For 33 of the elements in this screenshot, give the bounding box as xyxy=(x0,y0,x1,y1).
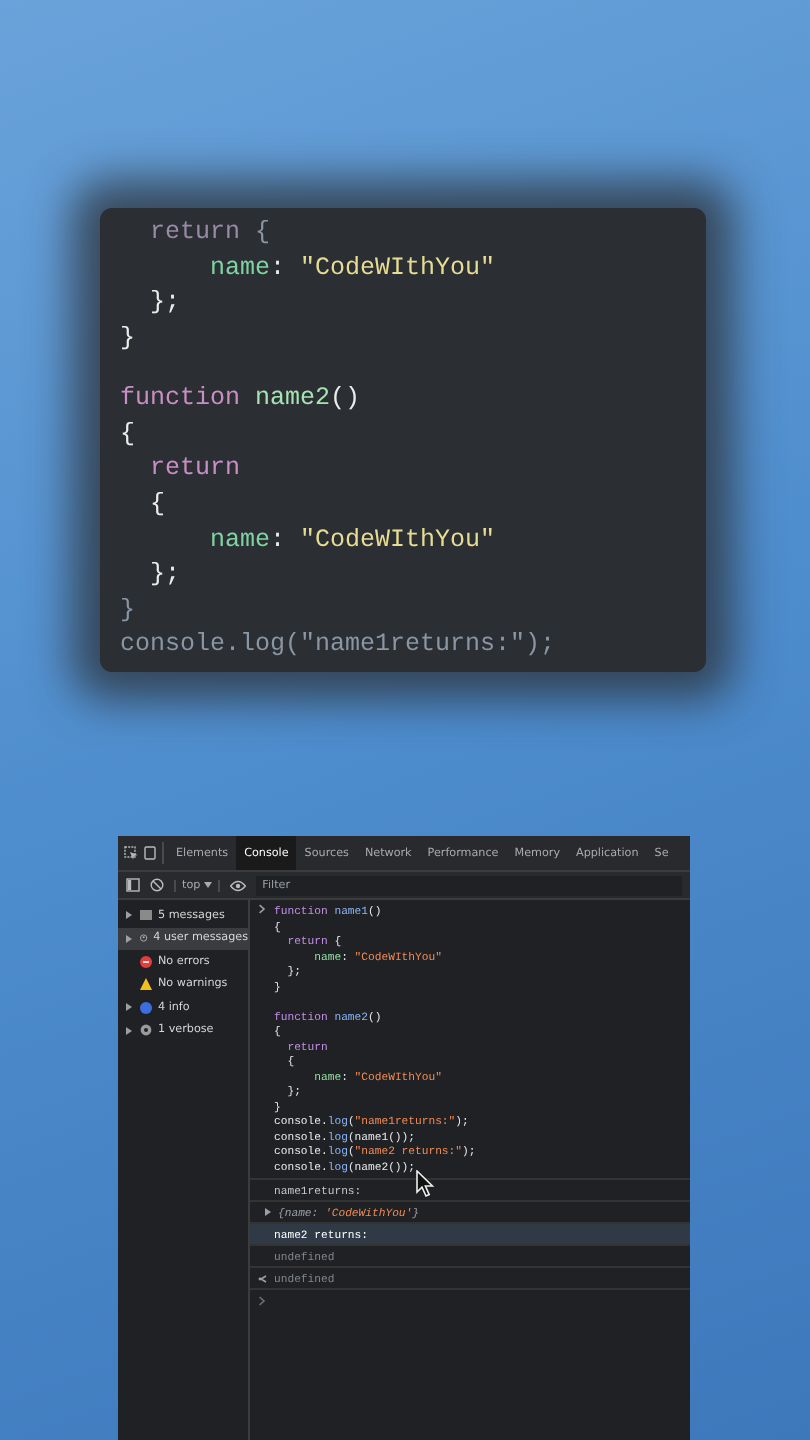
code-line: { xyxy=(120,417,138,452)
prompt-chevron-icon xyxy=(258,904,266,914)
user-icon xyxy=(140,932,148,945)
expand-triangle-icon[interactable] xyxy=(124,910,134,921)
inspect-icon[interactable] xyxy=(124,846,138,860)
code-line: }; xyxy=(148,286,183,321)
info-icon xyxy=(140,1001,152,1014)
warning-icon xyxy=(140,978,152,991)
expand-triangle-icon[interactable] xyxy=(124,1002,134,1013)
code-line: name: "CodeWIthYou" xyxy=(208,523,498,558)
list-icon xyxy=(140,910,152,921)
mouse-cursor-icon xyxy=(416,1170,436,1198)
code-line: name: "CodeWIthYou" xyxy=(208,251,498,286)
code-line: return { xyxy=(148,216,273,250)
return-arrow-icon xyxy=(258,1273,268,1283)
code-line: }; xyxy=(148,558,183,593)
device-icon[interactable] xyxy=(144,846,156,860)
code-line: } xyxy=(120,321,138,356)
clear-icon[interactable] xyxy=(150,878,164,892)
expand-triangle-icon[interactable] xyxy=(124,1025,134,1036)
prompt-chevron-icon xyxy=(258,1295,266,1305)
expand-triangle-icon[interactable] xyxy=(124,933,134,944)
sidebar-toggle-icon[interactable] xyxy=(126,878,140,892)
code-line: return xyxy=(148,452,243,487)
expand-triangle-icon[interactable] xyxy=(264,1208,272,1216)
eye-icon[interactable] xyxy=(230,879,247,891)
gear-icon xyxy=(140,1024,152,1037)
code-line: console.log("name1returns:"); xyxy=(120,628,558,663)
code-line: } xyxy=(120,593,138,628)
caret-icon xyxy=(204,882,213,888)
code-line: { xyxy=(148,488,168,523)
error-icon xyxy=(140,955,152,968)
code-line: function name2() xyxy=(120,382,363,417)
